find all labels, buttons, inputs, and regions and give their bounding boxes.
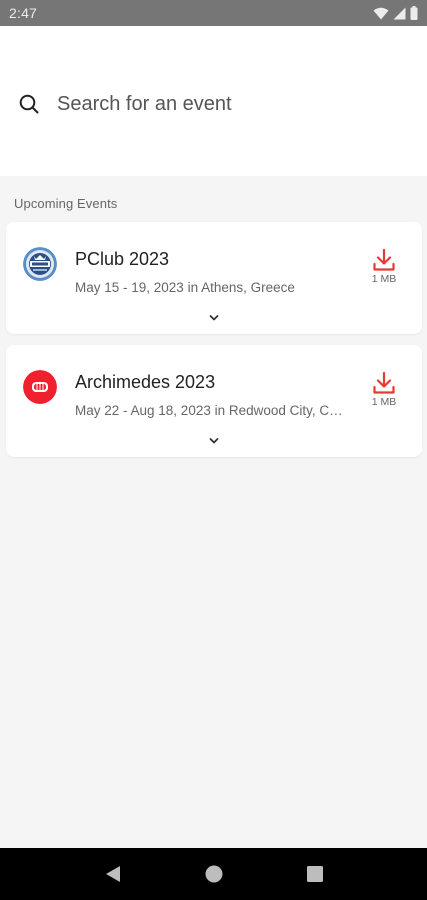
status-bar: 2:47: [0, 0, 427, 26]
download-icon[interactable]: [372, 371, 396, 395]
wifi-icon: [373, 7, 389, 19]
event-subtitle: May 22 - Aug 18, 2023 in Redwood City, C…: [75, 403, 347, 418]
home-icon[interactable]: [204, 864, 224, 884]
back-icon[interactable]: [103, 864, 123, 884]
download-button[interactable]: 1 MB: [368, 248, 400, 285]
download-size: 1 MB: [371, 396, 397, 408]
status-icons: [373, 6, 418, 20]
header-wave: [0, 140, 427, 163]
chevron-down-icon[interactable]: [206, 312, 222, 324]
download-size: 1 MB: [371, 273, 397, 285]
navigation-bar: [0, 848, 427, 900]
battery-icon: [410, 6, 418, 20]
search-bar[interactable]: [18, 88, 377, 120]
section-title: Upcoming Events: [14, 196, 118, 211]
search-input[interactable]: [57, 92, 377, 116]
status-time: 2:47: [9, 5, 38, 21]
event-subtitle: May 15 - 19, 2023 in Athens, Greece: [75, 280, 295, 295]
pclub-logo-icon: [23, 247, 57, 281]
search-icon[interactable]: [18, 93, 40, 115]
event-title: PClub 2023: [75, 249, 170, 269]
event-card[interactable]: PClub 2023 May 15 - 19, 2023 in Athens, …: [6, 222, 422, 334]
recents-icon[interactable]: [305, 864, 325, 884]
chevron-down-icon[interactable]: [206, 435, 222, 447]
signal-icon: [393, 7, 406, 19]
event-card[interactable]: Archimedes 2023 May 22 - Aug 18, 2023 in…: [6, 345, 422, 457]
archimedes-logo-icon: [23, 370, 57, 404]
download-icon[interactable]: [372, 248, 396, 272]
event-title: Archimedes 2023: [75, 372, 216, 392]
download-button[interactable]: 1 MB: [368, 371, 400, 408]
